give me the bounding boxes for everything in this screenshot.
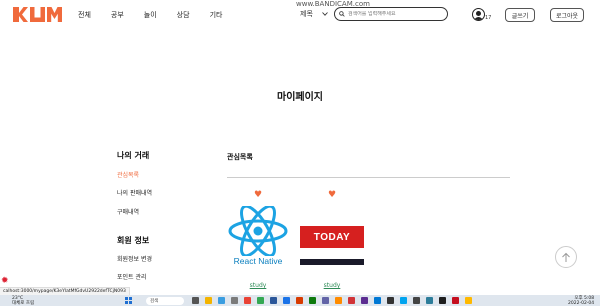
user-profile-icon[interactable] xyxy=(472,8,485,21)
sidebar-item-sales[interactable]: 나의 판매내역 xyxy=(117,188,152,197)
win-tile xyxy=(125,301,128,304)
taskbar-search[interactable]: 검색 xyxy=(146,297,184,305)
app-icon[interactable] xyxy=(257,297,264,304)
taskbar-search-label: 검색 xyxy=(150,299,159,304)
card-category-link[interactable]: study xyxy=(224,282,292,289)
card-category-link[interactable]: study xyxy=(298,282,366,289)
card-thumbnail[interactable]: TODAY xyxy=(298,206,366,268)
header: 전체 공부 놀이 상담 기타 www.BANDICAM.com 제목 17 글쓰… xyxy=(0,0,600,32)
user-icon-body xyxy=(474,17,483,20)
app-icon[interactable] xyxy=(426,297,433,304)
app-icon[interactable] xyxy=(348,297,355,304)
page-title: 마이페이지 xyxy=(277,92,323,103)
app-icon[interactable] xyxy=(270,297,277,304)
nav-item-counsel[interactable]: 상담 xyxy=(177,10,190,20)
sidebar-heading-member: 회원 정보 xyxy=(117,236,150,245)
taskbar-weather[interactable]: 23°C 대체로 흐림 xyxy=(12,296,34,306)
nav-item-etc[interactable]: 기타 xyxy=(210,10,223,20)
weather-desc: 대체로 흐림 xyxy=(12,301,35,306)
card-thumbnail-strip xyxy=(300,259,364,265)
search-type-label: 제목 xyxy=(300,10,313,18)
sidebar-item-edit-profile[interactable]: 회원정보 변경 xyxy=(117,254,152,263)
clock-date: 2022-02-04 xyxy=(568,301,595,306)
react-logo-icon xyxy=(228,206,288,256)
store-icon[interactable] xyxy=(231,297,238,304)
app-icon[interactable] xyxy=(244,297,251,304)
app-icon[interactable] xyxy=(439,297,446,304)
heart-icon[interactable]: ♥ xyxy=(253,190,263,200)
app-icon[interactable] xyxy=(335,297,342,304)
logout-button[interactable]: 로그아웃 xyxy=(550,8,584,22)
card-thumbnail-caption: React Native xyxy=(233,256,283,266)
write-button[interactable]: 글쓰기 xyxy=(505,8,535,22)
vscode-icon[interactable] xyxy=(374,297,381,304)
card-thumbnail[interactable]: React Native xyxy=(224,206,292,268)
search-icon[interactable] xyxy=(339,11,345,17)
taskbar-clock[interactable]: 오후 5:08 2022-02-04 xyxy=(568,296,594,306)
section-title: 관심목록 xyxy=(227,153,253,161)
chevron-down-icon xyxy=(322,12,328,16)
app-icon[interactable] xyxy=(296,297,303,304)
edge-icon[interactable] xyxy=(218,297,225,304)
app-icon[interactable] xyxy=(387,297,394,304)
search-box xyxy=(334,7,448,21)
app-icon[interactable] xyxy=(322,297,329,304)
category-nav: 전체 공부 놀이 상담 기타 xyxy=(78,10,222,20)
logo-letter-k xyxy=(13,7,28,22)
file-explorer-icon[interactable] xyxy=(205,297,212,304)
nav-item-play[interactable]: 놀이 xyxy=(144,10,157,20)
sidebar-item-points[interactable]: 포인트 관리 xyxy=(117,272,147,281)
card-thumbnail-caption: TODAY xyxy=(300,226,364,248)
win-tile xyxy=(129,301,132,304)
app-icon[interactable] xyxy=(361,297,368,304)
logo-letter-u xyxy=(30,7,45,22)
nav-item-all[interactable]: 전체 xyxy=(78,10,91,20)
app-icon[interactable] xyxy=(309,297,316,304)
app-icon[interactable] xyxy=(400,297,407,304)
sidebar-item-purchases[interactable]: 구매내역 xyxy=(117,207,139,216)
nav-item-study[interactable]: 공부 xyxy=(111,10,124,20)
win-tile xyxy=(129,297,132,300)
page: 전체 공부 놀이 상담 기타 www.BANDICAM.com 제목 17 글쓰… xyxy=(0,0,600,306)
sidebar-item-wishlist[interactable]: 관심목록 xyxy=(117,170,139,179)
app-icon[interactable] xyxy=(452,297,459,304)
logo-letter-m xyxy=(47,7,62,22)
scroll-to-top-button[interactable] xyxy=(555,246,577,268)
heart-icon[interactable]: ♥ xyxy=(327,190,337,200)
search-input[interactable] xyxy=(348,11,444,17)
windows-start-icon[interactable] xyxy=(125,297,132,304)
task-view-icon[interactable] xyxy=(192,297,199,304)
browser-status-url: calhost:3000/mypage/K3eYlatMfGdvU2922def… xyxy=(0,287,130,295)
fire-icon: ✹ xyxy=(1,276,9,286)
site-logo[interactable] xyxy=(13,7,62,22)
app-icon[interactable] xyxy=(413,297,420,304)
win-tile xyxy=(125,297,128,300)
notification-count: 17 xyxy=(485,15,492,21)
user-icon-head xyxy=(476,11,481,16)
arrow-up-icon xyxy=(562,252,570,262)
chrome-icon[interactable] xyxy=(283,297,290,304)
sidebar-heading-trades: 나의 거래 xyxy=(117,151,150,160)
section-divider xyxy=(227,177,510,178)
app-icon[interactable] xyxy=(465,297,472,304)
search-type-select[interactable]: 제목 xyxy=(300,9,328,19)
